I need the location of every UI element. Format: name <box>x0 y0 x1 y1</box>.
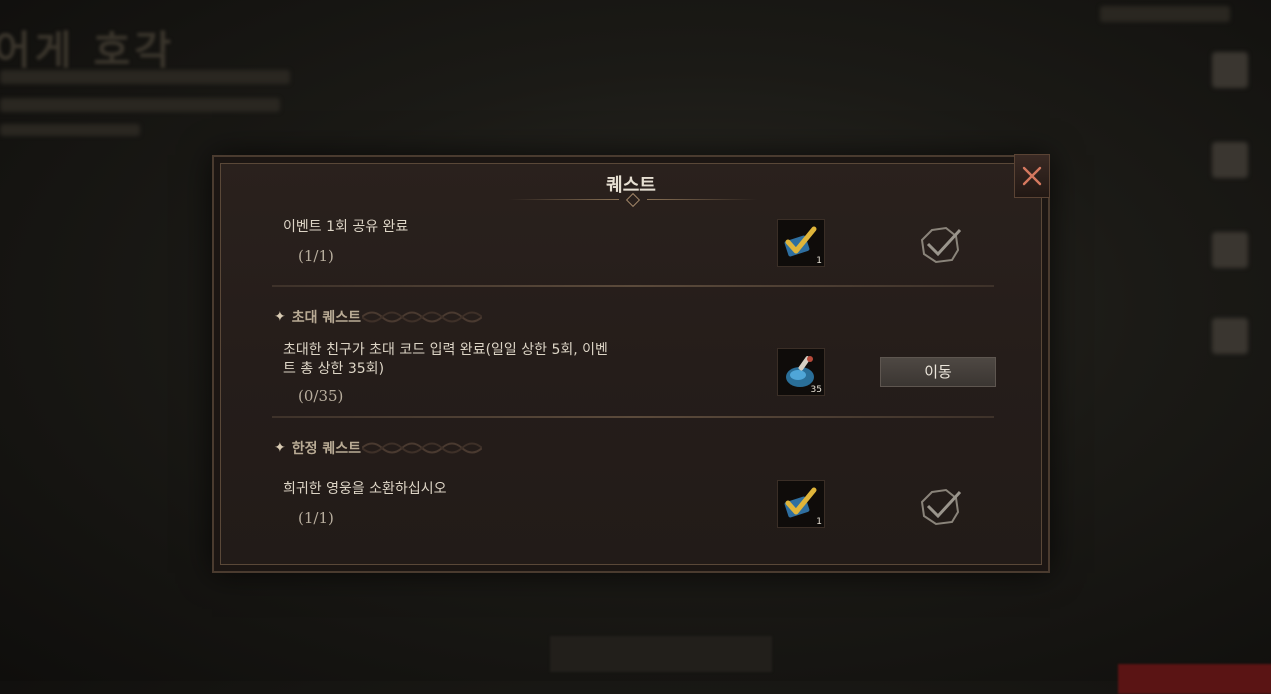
quest-progress: (1/1) <box>298 509 334 527</box>
background-side-icon <box>1212 52 1248 88</box>
background-side-icon <box>1212 142 1248 178</box>
background-title-blurred: 어게 호각 <box>0 28 176 74</box>
reward-item[interactable]: 1 <box>777 480 825 528</box>
quest-title: 희귀한 영웅을 소환하십시오 <box>283 481 447 497</box>
braid-ornament <box>362 311 482 323</box>
completed-check-icon <box>920 488 962 526</box>
reward-quantity: 35 <box>810 385 822 395</box>
quest-title: 이벤트 1회 공유 완료 <box>283 219 409 235</box>
divider <box>272 285 994 287</box>
reward-quantity: 1 <box>816 256 822 266</box>
background-text-blurred <box>0 98 280 112</box>
background-text-blurred <box>0 70 290 84</box>
title-ornament <box>509 192 757 208</box>
reward-item[interactable]: 35 <box>777 348 825 396</box>
close-x-icon <box>1022 166 1042 186</box>
close-button[interactable] <box>1014 154 1050 198</box>
braid-ornament <box>362 442 482 454</box>
background-bottom-button <box>550 636 772 672</box>
section-header: ✦ 한정 퀘스트 <box>274 437 482 459</box>
background-side-icon <box>1212 232 1248 268</box>
completed-check-icon <box>920 226 962 264</box>
section-header: ✦ 초대 퀘스트 <box>274 306 482 328</box>
section-label: 한정 퀘스트 <box>291 441 362 457</box>
quest-title-line: 트 총 상한 35회) <box>283 361 385 377</box>
background-red-button <box>1118 664 1271 694</box>
reward-quantity: 1 <box>816 517 822 527</box>
background-text-blurred <box>0 124 140 136</box>
background-text-blurred <box>1100 6 1230 22</box>
four-point-star-icon: ✦ <box>274 440 286 456</box>
quest-progress: (1/1) <box>298 247 334 265</box>
four-point-star-icon: ✦ <box>274 309 286 325</box>
reward-item[interactable]: 1 <box>777 219 825 267</box>
background-side-icon <box>1212 318 1248 354</box>
quest-title: 초대한 친구가 초대 코드 입력 완료(일일 상한 5회, 이벤 트 총 상한 … <box>283 341 608 379</box>
quest-title-line: 초대한 친구가 초대 코드 입력 완료(일일 상한 5회, 이벤 <box>283 342 608 358</box>
quest-progress: (0/35) <box>298 387 344 405</box>
move-button[interactable]: 이동 <box>880 357 996 387</box>
divider <box>272 416 994 418</box>
section-label: 초대 퀘스트 <box>291 310 362 326</box>
